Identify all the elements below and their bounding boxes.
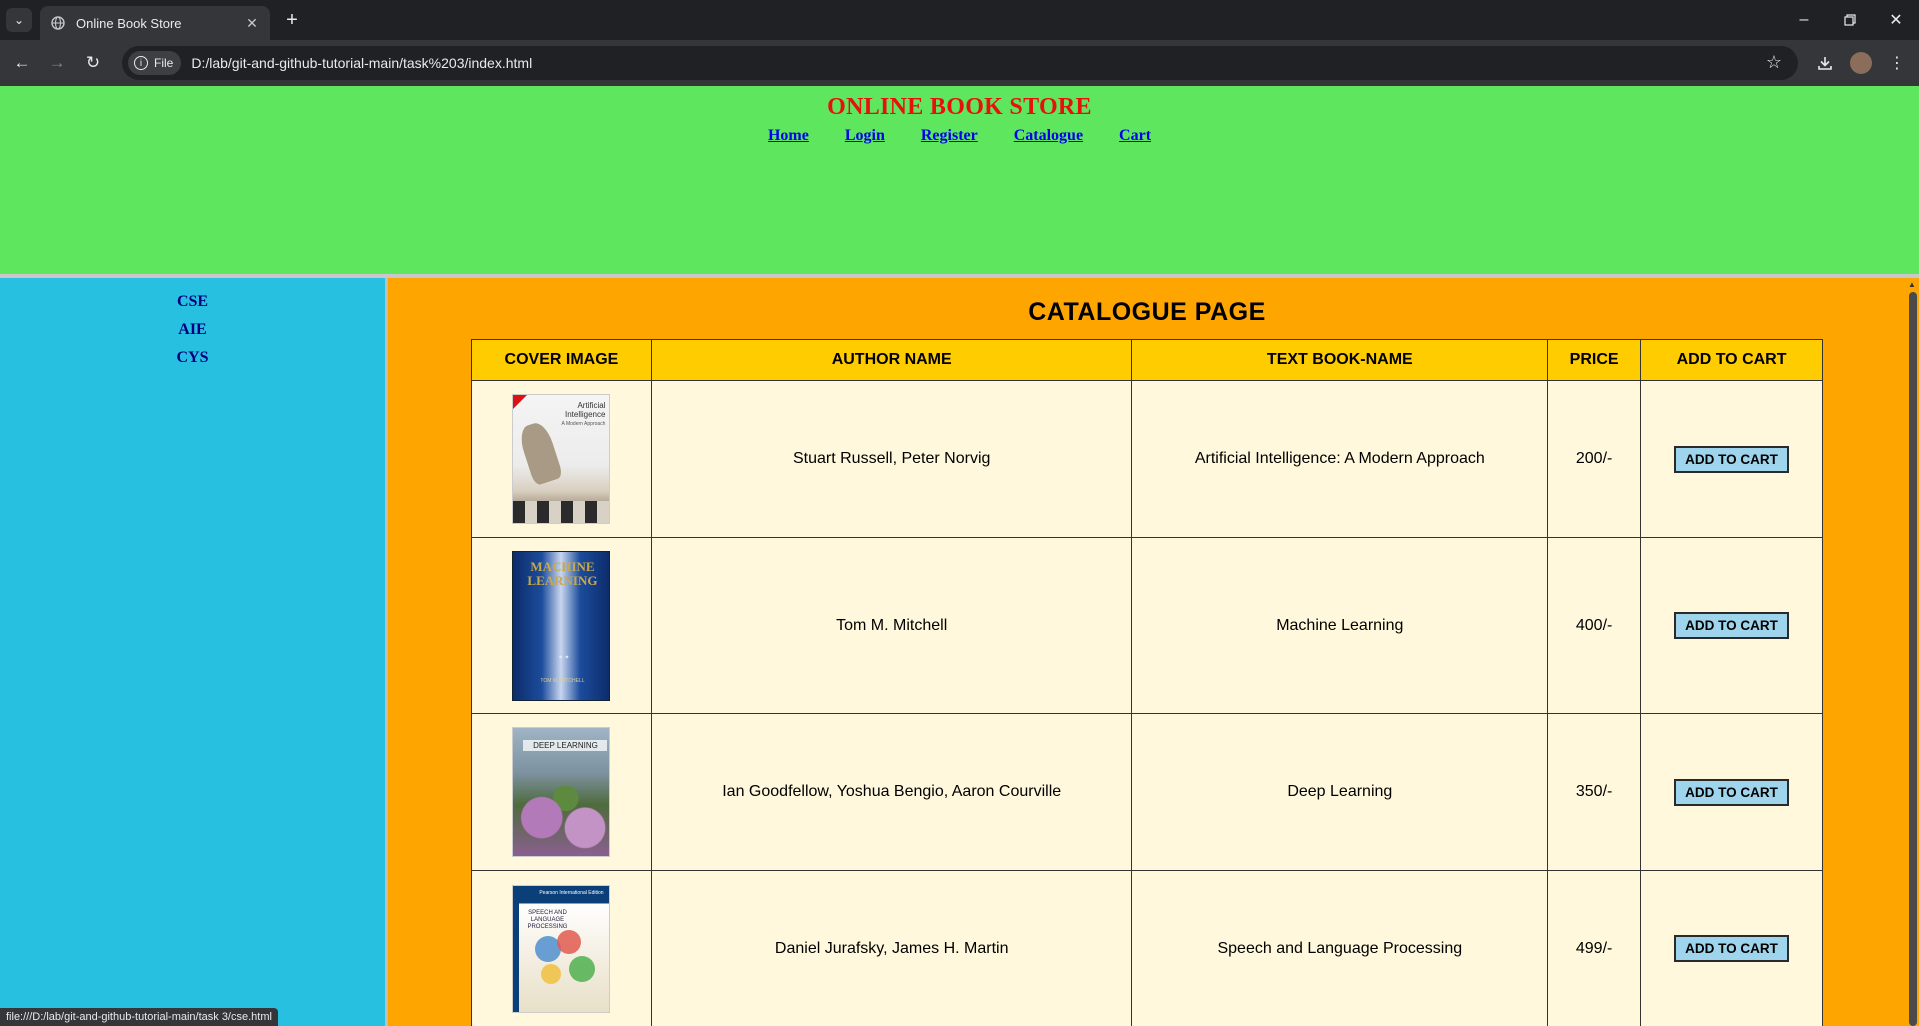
book-name-cell: Speech and Language Processing: [1131, 870, 1549, 1026]
book-name-cell: Machine Learning: [1131, 537, 1549, 714]
column-header-cover: COVER IMAGE: [471, 339, 652, 381]
sidebar: CSE AIE CYS: [0, 278, 385, 1026]
cover-subtitle: Pearson International Edition: [539, 889, 604, 896]
bookmark-star-icon[interactable]: ☆: [1766, 52, 1782, 73]
author-cell: Tom M. Mitchell: [650, 537, 1133, 714]
browser-tab-strip: ⌄ Online Book Store ✕ + – ✕: [0, 0, 1919, 40]
add-to-cart-cell: ADD TO CART: [1640, 713, 1823, 871]
scroll-up-arrow-icon[interactable]: ▲: [1908, 280, 1916, 289]
column-header-book: TEXT BOOK-NAME: [1131, 339, 1549, 381]
price-cell: 350/-: [1547, 713, 1642, 871]
info-icon: i: [134, 56, 148, 70]
add-to-cart-button[interactable]: ADD TO CART: [1674, 445, 1789, 473]
minimize-window-icon[interactable]: –: [1781, 0, 1827, 40]
page-heading: CATALOGUE PAGE: [1028, 298, 1266, 326]
sidebar-item-cys[interactable]: CYS: [0, 344, 385, 372]
close-tab-icon[interactable]: ✕: [244, 15, 260, 31]
add-to-cart-cell: ADD TO CART: [1640, 870, 1823, 1026]
cover-subtitle: TOM M. MITCHELL: [540, 677, 585, 684]
nav-link-cart[interactable]: Cart: [1119, 127, 1151, 144]
new-tab-plus-icon[interactable]: +: [280, 8, 304, 32]
globe-icon: [50, 15, 66, 31]
nav-link-register[interactable]: Register: [921, 127, 978, 144]
book-name-cell: Artificial Intelligence: A Modern Approa…: [1131, 380, 1549, 538]
nav-link-catalogue[interactable]: Catalogue: [1014, 127, 1083, 144]
back-arrow-icon[interactable]: ←: [8, 49, 36, 77]
table-row: MACHINE LEARNING TOM M. MITCHELL ⋆⋆ Tom …: [471, 537, 1823, 714]
author-cell: Daniel Jurafsky, James H. Martin: [650, 870, 1133, 1026]
profile-avatar[interactable]: [1850, 52, 1872, 74]
add-to-cart-button[interactable]: ADD TO CART: [1674, 778, 1789, 806]
cover-cell: Pearson International Edition SPEECH AND…: [471, 870, 652, 1026]
reload-icon[interactable]: ↻: [79, 49, 107, 77]
cover-title: SPEECH AND LANGUAGE PROCESSING: [527, 909, 568, 930]
scrollbar-thumb[interactable]: [1909, 292, 1917, 1026]
nav-link-login[interactable]: Login: [845, 127, 885, 144]
address-bar[interactable]: i File D:/lab/git-and-github-tutorial-ma…: [122, 46, 1798, 80]
column-header-author: AUTHOR NAME: [650, 339, 1133, 381]
close-window-icon[interactable]: ✕: [1873, 0, 1919, 40]
catalogue-content: CATALOGUE PAGE COVER IMAGE AUTHOR NAME T…: [388, 278, 1906, 1026]
sidebar-list: CSE AIE CYS: [0, 278, 385, 372]
download-icon[interactable]: [1812, 50, 1838, 76]
nav-link-home[interactable]: Home: [768, 127, 809, 144]
cover-image-ai: Artificial Intelligence A Modern Approac…: [512, 394, 611, 524]
cover-image-slp: Pearson International Edition SPEECH AND…: [512, 884, 611, 1013]
sidebar-item-aie[interactable]: AIE: [0, 316, 385, 344]
sidebar-item-cse[interactable]: CSE: [0, 288, 385, 316]
restore-window-icon[interactable]: [1827, 0, 1873, 40]
link-status-bubble: file:///D:/lab/git-and-github-tutorial-m…: [0, 1008, 278, 1026]
cover-cell: Artificial Intelligence A Modern Approac…: [471, 380, 652, 538]
cover-cell: MACHINE LEARNING TOM M. MITCHELL ⋆⋆: [471, 537, 652, 714]
table-row: Artificial Intelligence A Modern Approac…: [471, 380, 1823, 538]
tab-title: Online Book Store: [76, 15, 182, 31]
site-title: ONLINE BOOK STORE: [827, 94, 1092, 120]
add-to-cart-button[interactable]: ADD TO CART: [1674, 935, 1789, 962]
page-scrollbar[interactable]: ▲: [1906, 278, 1919, 1026]
cover-title: DEEP LEARNING: [523, 740, 608, 751]
cover-image-ml: MACHINE LEARNING TOM M. MITCHELL ⋆⋆: [512, 550, 611, 701]
site-header: ONLINE BOOK STORE Home Login Register Ca…: [0, 86, 1919, 274]
file-chip-label: File: [154, 56, 174, 70]
column-header-price: PRICE: [1547, 339, 1642, 381]
browser-tab[interactable]: Online Book Store ✕: [40, 6, 270, 40]
table-row: DEEP LEARNING Ian Goodfellow, Yoshua Ben…: [471, 713, 1823, 871]
cover-subtitle: A Modern Approach: [561, 421, 606, 427]
browser-toolbar: ← → ↻ i File D:/lab/git-and-github-tutor…: [0, 40, 1919, 86]
main-nav: Home Login Register Catalogue Cart: [0, 127, 1919, 145]
page-viewport: ONLINE BOOK STORE Home Login Register Ca…: [0, 86, 1919, 1026]
url-text[interactable]: D:/lab/git-and-github-tutorial-main/task…: [191, 55, 532, 71]
table-row: Pearson International Edition SPEECH AND…: [471, 870, 1823, 1026]
add-to-cart-cell: ADD TO CART: [1640, 537, 1823, 714]
tab-search-chevron-icon[interactable]: ⌄: [6, 8, 32, 32]
cover-cell: DEEP LEARNING: [471, 713, 652, 871]
cover-title: MACHINE LEARNING: [527, 558, 598, 588]
price-cell: 499/-: [1547, 870, 1642, 1026]
site-info-chip[interactable]: i File: [128, 51, 182, 75]
price-cell: 400/-: [1547, 537, 1642, 714]
author-cell: Ian Goodfellow, Yoshua Bengio, Aaron Cou…: [650, 713, 1133, 871]
cover-title: Artificial Intelligence: [564, 401, 606, 419]
catalogue-table: COVER IMAGE AUTHOR NAME TEXT BOOK-NAME P…: [471, 339, 1823, 1026]
author-cell: Stuart Russell, Peter Norvig: [650, 380, 1133, 538]
column-header-add-to-cart: ADD TO CART: [1640, 339, 1823, 381]
forward-arrow-icon[interactable]: →: [43, 49, 71, 77]
table-header-row: COVER IMAGE AUTHOR NAME TEXT BOOK-NAME P…: [471, 339, 1823, 381]
more-menu-icon[interactable]: ⋮: [1884, 50, 1910, 76]
add-to-cart-button[interactable]: ADD TO CART: [1674, 612, 1789, 639]
cover-image-dl: DEEP LEARNING: [512, 727, 611, 857]
add-to-cart-cell: ADD TO CART: [1640, 380, 1823, 538]
book-name-cell: Deep Learning: [1131, 713, 1549, 871]
price-cell: 200/-: [1547, 380, 1642, 538]
